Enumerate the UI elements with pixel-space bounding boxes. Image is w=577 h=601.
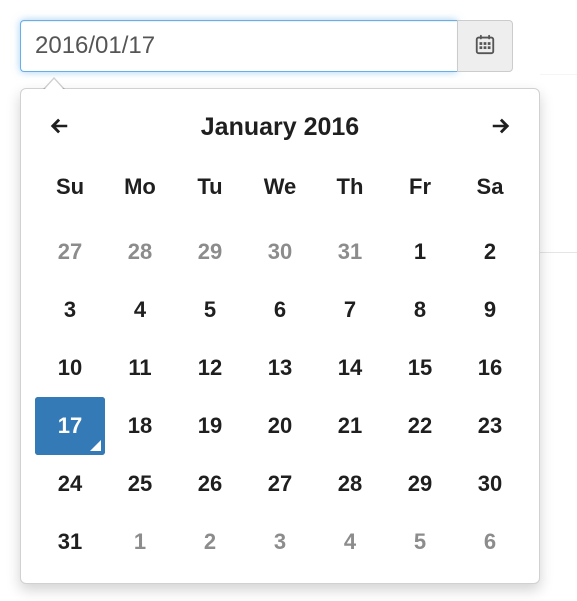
day-cell[interactable]: 27 [245, 455, 315, 513]
day-cell[interactable]: 19 [175, 397, 245, 455]
arrow-left-icon [48, 115, 70, 140]
weekday-label: Mo [105, 159, 175, 215]
arrow-right-icon [490, 115, 512, 140]
day-cell[interactable]: 27 [35, 223, 105, 281]
calendar-title[interactable]: January 2016 [83, 113, 477, 142]
day-cell[interactable]: 9 [455, 281, 525, 339]
day-cell[interactable]: 29 [385, 455, 455, 513]
calendar-header: January 2016 [35, 103, 525, 151]
day-cell[interactable]: 31 [315, 223, 385, 281]
weekday-label: We [245, 159, 315, 215]
day-cell[interactable]: 18 [105, 397, 175, 455]
day-cell[interactable]: 6 [455, 513, 525, 571]
day-cell[interactable]: 15 [385, 339, 455, 397]
day-cell[interactable]: 4 [105, 281, 175, 339]
calendar-icon [474, 33, 496, 60]
day-cell[interactable]: 28 [105, 223, 175, 281]
date-input-group [20, 20, 513, 72]
weekday-label: Fr [385, 159, 455, 215]
day-cell[interactable]: 29 [175, 223, 245, 281]
divider [540, 252, 577, 253]
weekday-label: Su [35, 159, 105, 215]
weekday-label: Th [315, 159, 385, 215]
weekday-row: Su Mo Tu We Th Fr Sa [35, 159, 525, 215]
day-cell[interactable]: 28 [315, 455, 385, 513]
day-cell-selected[interactable]: 17 [35, 397, 105, 455]
day-cell[interactable]: 11 [105, 339, 175, 397]
day-cell[interactable]: 8 [385, 281, 455, 339]
weekday-label: Sa [455, 159, 525, 215]
day-cell[interactable]: 24 [35, 455, 105, 513]
days-grid: 2728293031123456789101112131415161718192… [35, 223, 525, 571]
day-cell[interactable]: 7 [315, 281, 385, 339]
day-cell[interactable]: 12 [175, 339, 245, 397]
day-cell[interactable]: 23 [455, 397, 525, 455]
day-cell[interactable]: 5 [175, 281, 245, 339]
day-cell[interactable]: 14 [315, 339, 385, 397]
calendar-toggle-button[interactable] [457, 20, 513, 72]
day-cell[interactable]: 31 [35, 513, 105, 571]
date-input[interactable] [20, 20, 457, 72]
day-cell[interactable]: 16 [455, 339, 525, 397]
datepicker-popover: January 2016 Su Mo Tu We Th Fr Sa 272829… [20, 88, 540, 584]
day-cell[interactable]: 4 [315, 513, 385, 571]
weekday-label: Tu [175, 159, 245, 215]
day-cell[interactable]: 21 [315, 397, 385, 455]
day-cell[interactable]: 1 [105, 513, 175, 571]
prev-month-button[interactable] [35, 104, 83, 150]
day-cell[interactable]: 30 [245, 223, 315, 281]
day-cell[interactable]: 1 [385, 223, 455, 281]
day-cell[interactable]: 5 [385, 513, 455, 571]
divider [540, 74, 577, 75]
day-cell[interactable]: 2 [175, 513, 245, 571]
day-cell[interactable]: 20 [245, 397, 315, 455]
day-cell[interactable]: 6 [245, 281, 315, 339]
day-cell[interactable]: 3 [35, 281, 105, 339]
day-cell[interactable]: 3 [245, 513, 315, 571]
day-cell[interactable]: 13 [245, 339, 315, 397]
day-cell[interactable]: 30 [455, 455, 525, 513]
day-cell[interactable]: 10 [35, 339, 105, 397]
day-cell[interactable]: 22 [385, 397, 455, 455]
day-cell[interactable]: 25 [105, 455, 175, 513]
day-cell[interactable]: 26 [175, 455, 245, 513]
next-month-button[interactable] [477, 104, 525, 150]
day-cell[interactable]: 2 [455, 223, 525, 281]
